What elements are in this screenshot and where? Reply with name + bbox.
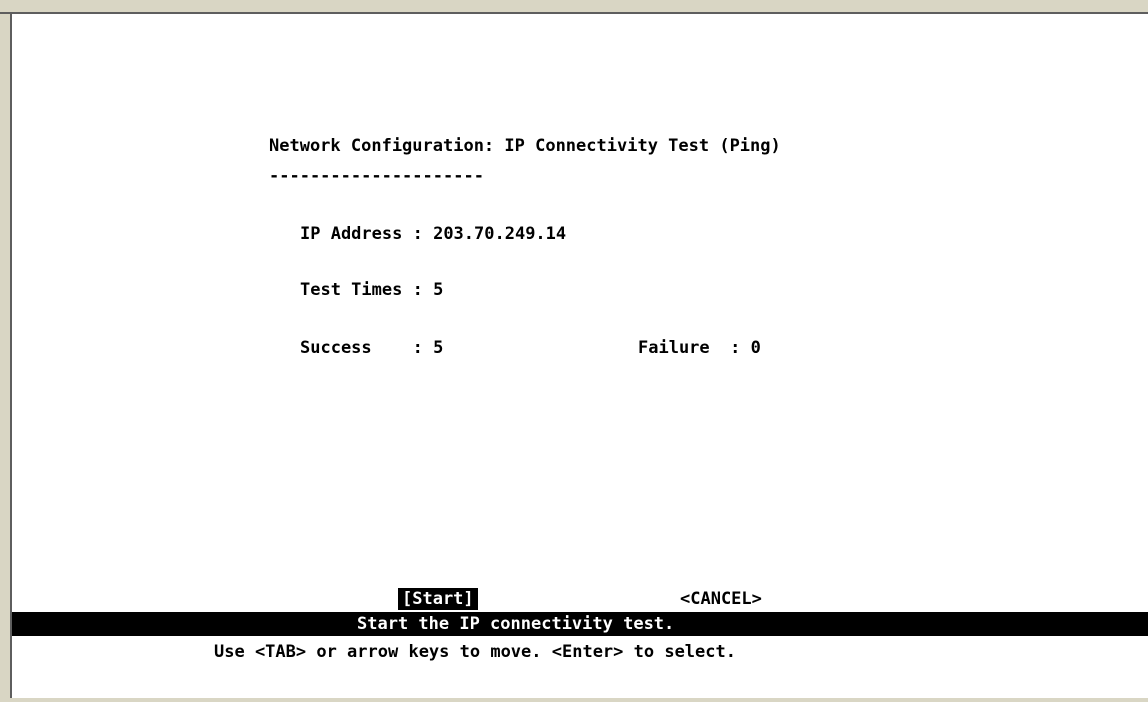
status-message: Start the IP connectivity test.: [357, 614, 675, 634]
success-value: 5: [433, 338, 444, 358]
success-row: Success : 5: [300, 338, 443, 358]
start-button[interactable]: [Start]: [398, 588, 478, 610]
test-times-row[interactable]: Test Times : 5: [300, 280, 443, 300]
page-title: Network Configuration: IP Connectivity T…: [269, 136, 781, 156]
failure-row: Failure : 0: [638, 338, 761, 358]
ip-address-separator: :: [402, 224, 434, 244]
help-text: Use <TAB> or arrow keys to move. <Enter>…: [214, 642, 736, 662]
test-times-label: Test Times: [300, 280, 403, 300]
failure-value: 0: [750, 338, 761, 358]
title-underline: ---------------------: [269, 166, 484, 186]
ip-address-label: IP Address: [300, 224, 403, 244]
window-frame-top: [0, 0, 1148, 14]
test-times-field[interactable]: 5: [433, 280, 443, 300]
status-bar: Start the IP connectivity test.: [12, 612, 1148, 636]
window-frame-bottom: [0, 698, 1148, 702]
failure-label: Failure: [638, 338, 710, 358]
cancel-button[interactable]: <CANCEL>: [680, 589, 762, 609]
test-times-separator: :: [402, 280, 434, 300]
failure-separator: :: [709, 338, 751, 358]
success-separator: :: [371, 338, 434, 358]
ip-address-row[interactable]: IP Address : 203.70.249.14: [300, 224, 566, 244]
success-label: Success: [300, 338, 372, 358]
terminal-screen: Network Configuration: IP Connectivity T…: [12, 14, 1148, 698]
ip-address-field[interactable]: 203.70.249.14: [433, 224, 566, 244]
window-frame-left: [0, 14, 12, 702]
